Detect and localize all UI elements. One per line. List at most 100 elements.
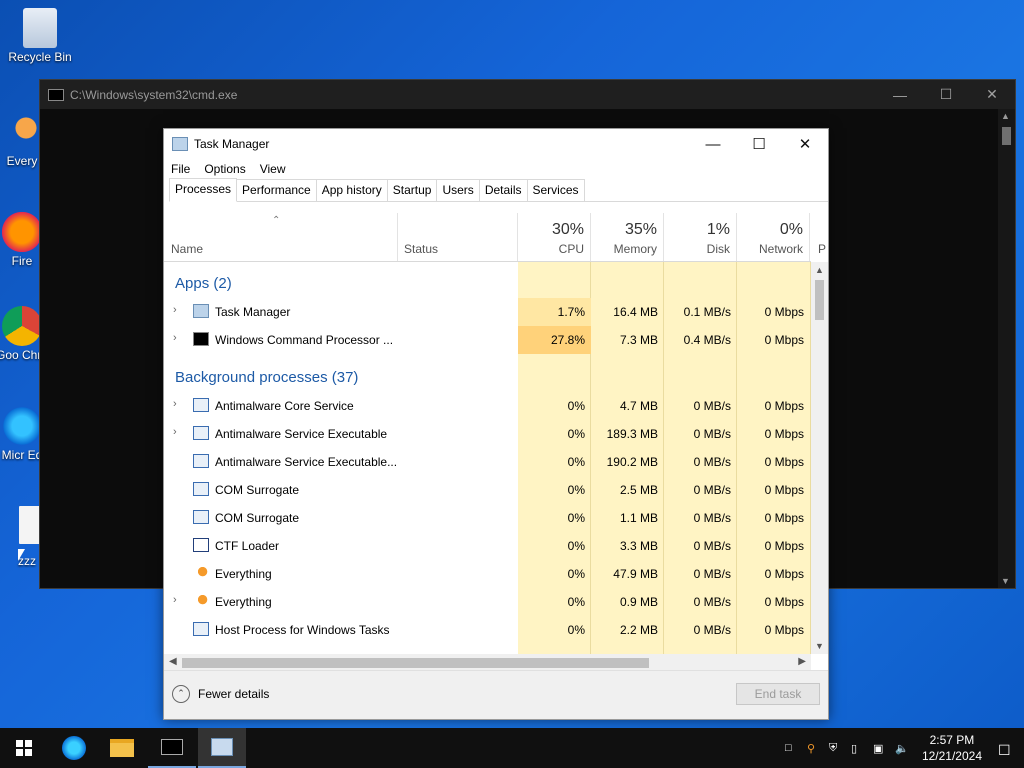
minimize-icon[interactable]: —: [877, 87, 923, 103]
process-cpu: 1.7%: [557, 305, 585, 319]
chevron-right-icon[interactable]: ›: [173, 426, 177, 438]
system-tray: □ ⚲ ⛨ ▯ ▣ 🔈 2:57 PM 12/21/2024 ☐: [780, 728, 1024, 768]
ctf-icon: [193, 538, 209, 552]
taskbar-cmd[interactable]: [148, 728, 196, 768]
maximize-icon[interactable]: ☐: [923, 86, 969, 103]
edge-icon: [2, 406, 42, 446]
taskbar-file-explorer[interactable]: [98, 728, 146, 768]
minimize-icon[interactable]: —: [690, 136, 736, 153]
process-net: 0 Mbps: [764, 567, 804, 581]
process-cpu: 0%: [567, 623, 585, 637]
scroll-down-icon[interactable]: ▼: [815, 641, 824, 651]
process-disk: 0 MB/s: [693, 427, 731, 441]
process-mem: 3.3 MB: [619, 539, 658, 553]
process-net: 0 Mbps: [764, 539, 804, 553]
battery-icon[interactable]: ▯: [851, 742, 863, 755]
col-name-header[interactable]: ⌃ Name: [164, 213, 398, 261]
notifications-icon[interactable]: ☐: [998, 742, 1011, 758]
process-cpu: 0%: [567, 455, 585, 469]
service-icon: [193, 622, 209, 636]
table-row[interactable]: COM Surrogate 0% 1.1 MB 0 MB/s 0 Mbps: [164, 504, 811, 532]
magnifier-icon[interactable]: ⚲: [807, 742, 819, 755]
menu-file[interactable]: File: [164, 162, 197, 176]
cmd-title-bar[interactable]: C:\Windows\system32\cmd.exe — ☐ ✕: [40, 80, 1015, 109]
magnifier-icon: [2, 112, 42, 152]
tab-processes[interactable]: Processes: [169, 178, 238, 202]
col-status-header[interactable]: Status: [398, 213, 518, 261]
process-disk: 0 MB/s: [693, 511, 731, 525]
process-cpu: 0%: [567, 539, 585, 553]
service-icon: [193, 426, 209, 440]
table-row[interactable]: › Everything 0% 0.9 MB 0 MB/s 0 Mbps: [164, 588, 811, 616]
process-mem: 2.5 MB: [619, 483, 658, 497]
desktop-icon-recycle-bin[interactable]: Recycle Bin: [0, 8, 80, 64]
sort-up-icon: ⌃: [272, 215, 281, 226]
chevron-right-icon[interactable]: ›: [173, 398, 177, 410]
chevron-right-icon[interactable]: ›: [173, 304, 177, 316]
end-task-button[interactable]: End task: [736, 683, 820, 705]
horizontal-scrollbar[interactable]: ◀ ▶: [164, 654, 811, 671]
shield-icon[interactable]: ⛨: [829, 742, 841, 754]
tab-services[interactable]: Services: [526, 179, 585, 201]
cmd-icon: [193, 332, 209, 346]
tab-performance[interactable]: Performance: [236, 179, 317, 201]
vertical-scrollbar[interactable]: ▲ ▼: [811, 262, 828, 654]
menu-options[interactable]: Options: [197, 162, 252, 176]
col-network-header[interactable]: 0% Network: [737, 213, 810, 261]
scroll-left-icon[interactable]: ◀: [169, 656, 177, 667]
process-list[interactable]: Apps (2) Background processes (37) › Task…: [164, 262, 811, 654]
process-disk: 0 MB/s: [693, 595, 731, 609]
chevron-right-icon[interactable]: ›: [173, 332, 177, 344]
col-disk-header[interactable]: 1% Disk: [664, 213, 737, 261]
col-memory-header[interactable]: 35% Memory: [591, 213, 664, 261]
tab-app-history[interactable]: App history: [315, 179, 388, 201]
chevron-right-icon[interactable]: ›: [173, 594, 177, 606]
col-cpu-header[interactable]: 30% CPU: [518, 213, 591, 261]
close-icon[interactable]: ✕: [782, 135, 828, 153]
table-row[interactable]: Antimalware Service Executable... 0% 190.2…: [164, 448, 811, 476]
menu-view[interactable]: View: [253, 162, 293, 176]
col-extra-header[interactable]: P: [810, 213, 828, 261]
tm-title-bar[interactable]: Task Manager — ☐ ✕: [164, 129, 828, 159]
table-row[interactable]: COM Surrogate 0% 2.5 MB 0 MB/s 0 Mbps: [164, 476, 811, 504]
scroll-up-icon[interactable]: ▲: [815, 265, 824, 275]
close-icon[interactable]: ✕: [969, 86, 1015, 103]
taskbar-edge[interactable]: [50, 728, 98, 768]
tablet-icon[interactable]: □: [785, 742, 797, 754]
table-row[interactable]: Everything 0% 47.9 MB 0 MB/s 0 Mbps: [164, 560, 811, 588]
horizontal-scroll-thumb[interactable]: [182, 658, 649, 668]
process-mem: 0.9 MB: [619, 595, 658, 609]
process-name: CTF Loader: [215, 539, 280, 553]
mouse-cursor-icon: [18, 549, 25, 561]
process-net: 0 Mbps: [764, 511, 804, 525]
clock[interactable]: 2:57 PM 12/21/2024: [922, 732, 982, 764]
taskbar-task-manager[interactable]: [198, 728, 246, 768]
process-net: 0 Mbps: [764, 595, 804, 609]
fewer-details-button[interactable]: ⌃ Fewer details: [172, 685, 269, 703]
tab-users[interactable]: Users: [436, 179, 480, 201]
table-row[interactable]: › Task Manager 1.7% 16.4 MB 0.1 MB/s 0 Mbps: [164, 298, 811, 326]
cmd-icon: [48, 88, 64, 101]
start-button[interactable]: [0, 728, 48, 768]
maximize-icon[interactable]: ☐: [736, 135, 782, 153]
vertical-scroll-thumb[interactable]: [815, 280, 824, 320]
volume-muted-icon[interactable]: 🔈: [895, 742, 909, 755]
table-row[interactable]: › Antimalware Core Service 0% 4.7 MB 0 MB/s 0…: [164, 392, 811, 420]
group-apps[interactable]: Apps (2): [175, 275, 232, 292]
cmd-scrollbar[interactable]: ▲ ▼: [998, 109, 1015, 588]
scroll-right-icon[interactable]: ▶: [798, 656, 806, 667]
process-net: 0 Mbps: [764, 399, 804, 413]
process-name: Everything: [215, 567, 272, 581]
network-icon[interactable]: ▣: [873, 742, 885, 755]
scroll-down-icon[interactable]: ▼: [1001, 576, 1010, 586]
tab-details[interactable]: Details: [478, 179, 528, 201]
table-row[interactable]: › Antimalware Service Executable 0% 189.3 M…: [164, 420, 811, 448]
table-row[interactable]: › Windows Command Processor ... 27.8% 7.3 M…: [164, 326, 811, 354]
table-row[interactable]: Host Process for Windows Tasks 0% 2.2 MB 0 …: [164, 616, 811, 644]
scroll-up-icon[interactable]: ▲: [1001, 111, 1010, 121]
group-background[interactable]: Background processes (37): [175, 369, 358, 386]
tab-startup[interactable]: Startup: [386, 179, 438, 201]
cmd-scroll-thumb[interactable]: [1002, 127, 1011, 145]
table-row[interactable]: CTF Loader 0% 3.3 MB 0 MB/s 0 Mbps: [164, 532, 811, 560]
task-manager-window[interactable]: Task Manager — ☐ ✕ File Options View Pro…: [163, 128, 829, 720]
